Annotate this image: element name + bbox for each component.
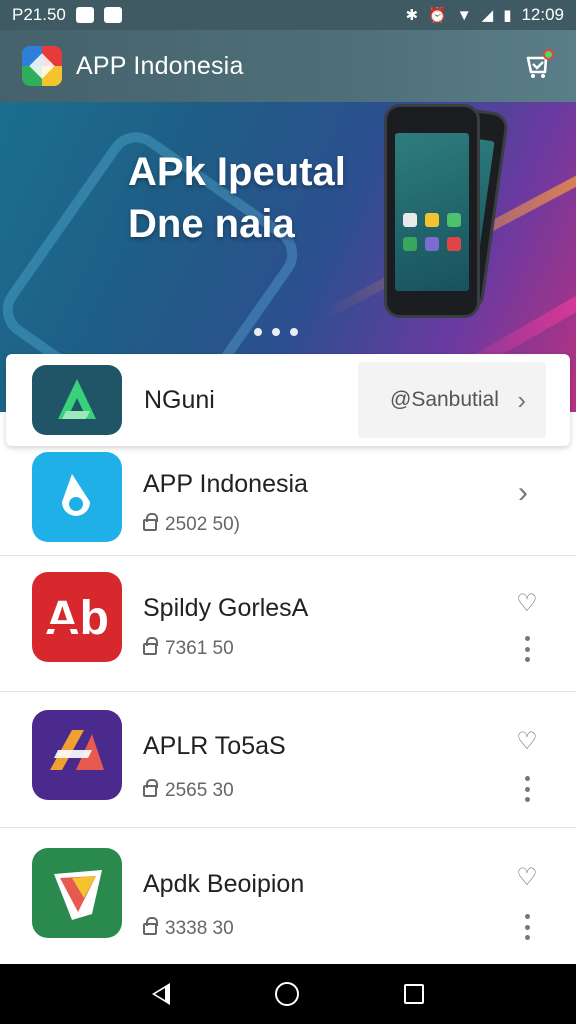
alarm-icon: ⏰ (428, 7, 447, 24)
status-left: P21.50 (12, 5, 122, 25)
app-title: APP Indonesia (76, 51, 244, 80)
battery-icon: ▮ (503, 7, 512, 24)
more-options-button[interactable] (518, 636, 536, 662)
app-meta-value: 2502 50) (165, 514, 241, 535)
notification-icon (103, 7, 122, 23)
list-item[interactable]: Apdk Beoipion 3338 30 ♡ (0, 828, 576, 964)
bluetooth-icon: ✱ (405, 7, 419, 24)
phone-app-icon (447, 213, 461, 227)
list-item[interactable]: APP Indonesia 2502 50) › (0, 446, 576, 556)
heart-icon[interactable]: ♡ (514, 592, 540, 616)
status-time: 12:09 (521, 5, 564, 24)
banner-headline: APk Ipeutal Dne naia (128, 146, 378, 250)
carousel-dot[interactable] (290, 328, 298, 336)
banner-headline-line1: APk Ipeutal (128, 150, 346, 194)
app-icon (32, 710, 122, 800)
lock-icon (143, 917, 158, 935)
phone-app-icon (403, 213, 417, 227)
status-bar: P21.50 ✱ ⏰ ▼ ◢ ▮ 12:09 (0, 0, 576, 30)
recents-icon[interactable] (403, 984, 424, 1004)
featured-action-label: @Sanbutial (390, 388, 499, 411)
app-meta: 2565 30 (143, 779, 234, 802)
app-title: APP Indonesia (143, 470, 308, 498)
carousel-dot[interactable] (272, 328, 280, 336)
app-meta-value: 2565 30 (165, 780, 234, 801)
app-meta-value: 7361 50 (165, 638, 234, 659)
list-item[interactable]: Ab Spildy GorlesA 7361 50 ♡ (0, 556, 576, 692)
cart-button[interactable] (520, 49, 554, 83)
system-nav-bar (0, 964, 576, 1024)
chevron-right-icon[interactable]: › (518, 476, 528, 510)
app-meta-value: 3338 30 (165, 918, 234, 939)
home-icon[interactable] (274, 982, 299, 1006)
heart-icon[interactable]: ♡ (514, 730, 540, 754)
app-icon (32, 452, 122, 542)
carousel-dot[interactable] (254, 328, 262, 336)
phone-app-icon (425, 237, 439, 251)
app-bar: APP Indonesia (0, 30, 576, 102)
chevron-right-icon: › (517, 384, 526, 415)
lock-icon (143, 513, 158, 531)
phone-screen (395, 133, 469, 291)
featured-app-card[interactable]: NGuni @Sanbutial › (6, 354, 570, 446)
app-meta: 7361 50 (143, 637, 234, 660)
app-list: APP Indonesia 2502 50) › Ab Spildy Gorle… (0, 446, 576, 964)
app-logo-icon (22, 46, 62, 86)
app-title: Spildy GorlesA (143, 594, 309, 622)
featured-app-icon (32, 365, 122, 435)
more-options-button[interactable] (518, 914, 536, 940)
cart-badge (543, 49, 554, 60)
svg-text:Ab: Ab (45, 592, 109, 645)
app-icon (32, 848, 122, 938)
featured-app-title: NGuni (144, 385, 215, 414)
wifi-icon: ▼ (456, 6, 472, 24)
status-right: ✱ ⏰ ▼ ◢ ▮ 12:09 (406, 5, 564, 25)
banner-headline-line2: Dne naia (128, 202, 295, 246)
heart-icon[interactable]: ♡ (514, 866, 540, 890)
app-meta: 3338 30 (143, 917, 234, 940)
signal-icon: ◢ (481, 7, 494, 24)
carousel-indicator (254, 328, 298, 336)
phone-app-icon (425, 213, 439, 227)
status-left-text: P21.50 (12, 5, 66, 24)
app-meta: 2502 50) (143, 513, 241, 536)
back-icon[interactable] (152, 983, 171, 1005)
app-title: APLR To5aS (143, 732, 286, 760)
lock-icon (143, 637, 158, 655)
notification-icon (75, 7, 94, 23)
phone-app-icon (403, 237, 417, 251)
list-item[interactable]: APLR To5aS 2565 30 ♡ (0, 692, 576, 828)
phone-app-icon (447, 237, 461, 251)
phone-image (384, 104, 480, 318)
app-title: Apdk Beoipion (143, 870, 305, 898)
lock-icon (143, 779, 158, 797)
more-options-button[interactable] (518, 776, 536, 802)
featured-action-button[interactable]: @Sanbutial › (358, 362, 546, 438)
app-icon: Ab (32, 572, 122, 662)
